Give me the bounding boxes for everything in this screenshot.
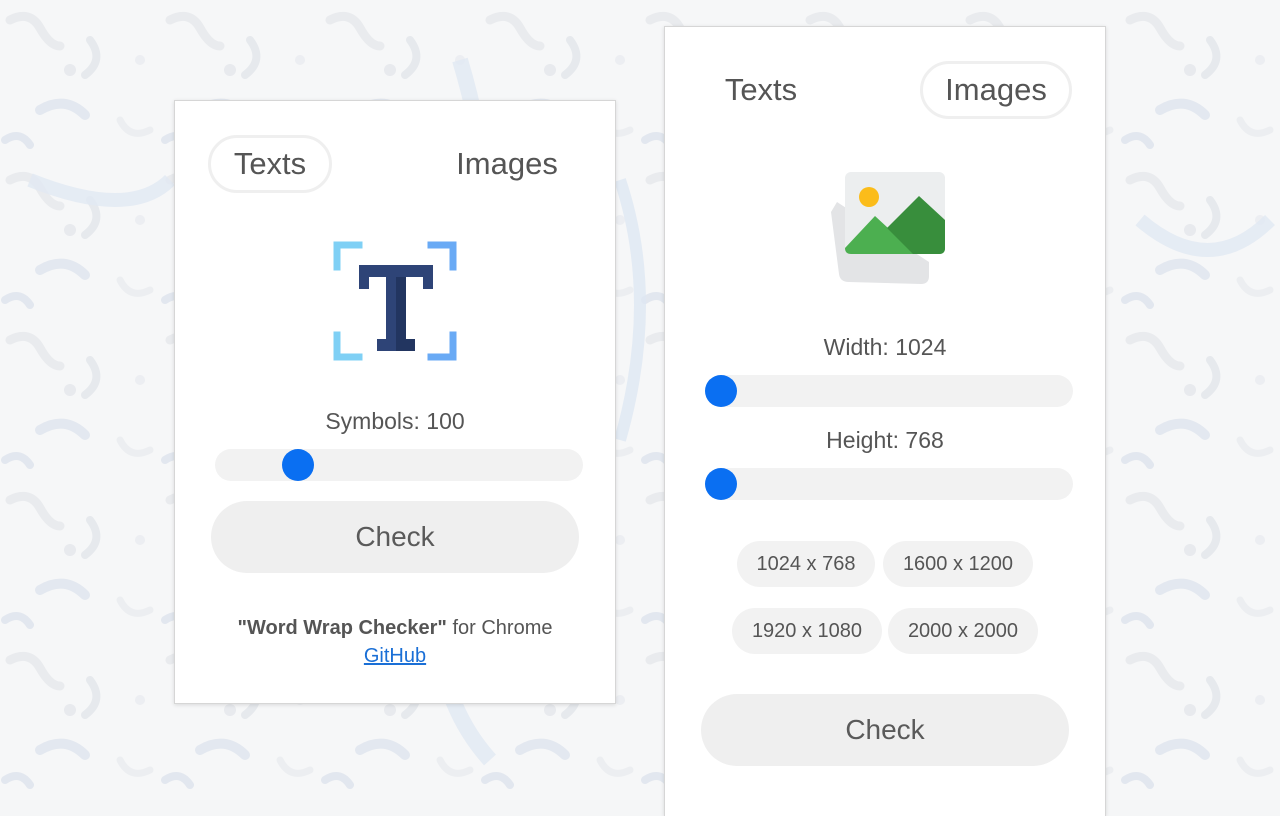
width-slider-thumb[interactable]: [705, 375, 737, 407]
preset-1600x1200[interactable]: 1600 x 1200: [883, 541, 1033, 587]
check-button[interactable]: Check: [211, 501, 579, 573]
github-link[interactable]: GitHub: [364, 645, 426, 667]
check-button[interactable]: Check: [701, 694, 1069, 766]
image-landscape-icon: [825, 172, 949, 284]
width-slider[interactable]: [705, 375, 1073, 407]
symbols-slider[interactable]: [215, 449, 583, 481]
height-label: Height: 768: [826, 427, 944, 453]
preset-1024x768[interactable]: 1024 x 768: [737, 541, 875, 587]
preset-1920x1080[interactable]: 1920 x 1080: [732, 608, 882, 654]
height-slider[interactable]: [705, 468, 1073, 500]
width-label: Width: 1024: [823, 334, 947, 360]
images-panel: Texts Images Width: 1024 Height: 768 102…: [664, 26, 1106, 816]
tab-texts[interactable]: Texts: [699, 61, 823, 119]
footer: "Word Wrap Checker" for Chrome GitHub: [175, 617, 615, 668]
footer-credit: "Word Wrap Checker" for Chrome: [175, 617, 615, 640]
footer-suffix: for Chrome: [446, 617, 553, 639]
tab-images[interactable]: Images: [920, 61, 1072, 119]
text-scan-icon: [333, 239, 457, 363]
extension-name: "Word Wrap Checker": [237, 617, 447, 639]
preset-2000x2000[interactable]: 2000 x 2000: [888, 608, 1038, 654]
height-slider-thumb[interactable]: [705, 468, 737, 500]
symbols-slider-thumb[interactable]: [282, 449, 314, 481]
symbols-label: Symbols: 100: [325, 408, 465, 434]
tab-texts[interactable]: Texts: [208, 135, 332, 193]
tab-images[interactable]: Images: [439, 135, 575, 193]
texts-panel: Texts Images Symbols: 100 Check "Word Wr…: [174, 100, 616, 704]
